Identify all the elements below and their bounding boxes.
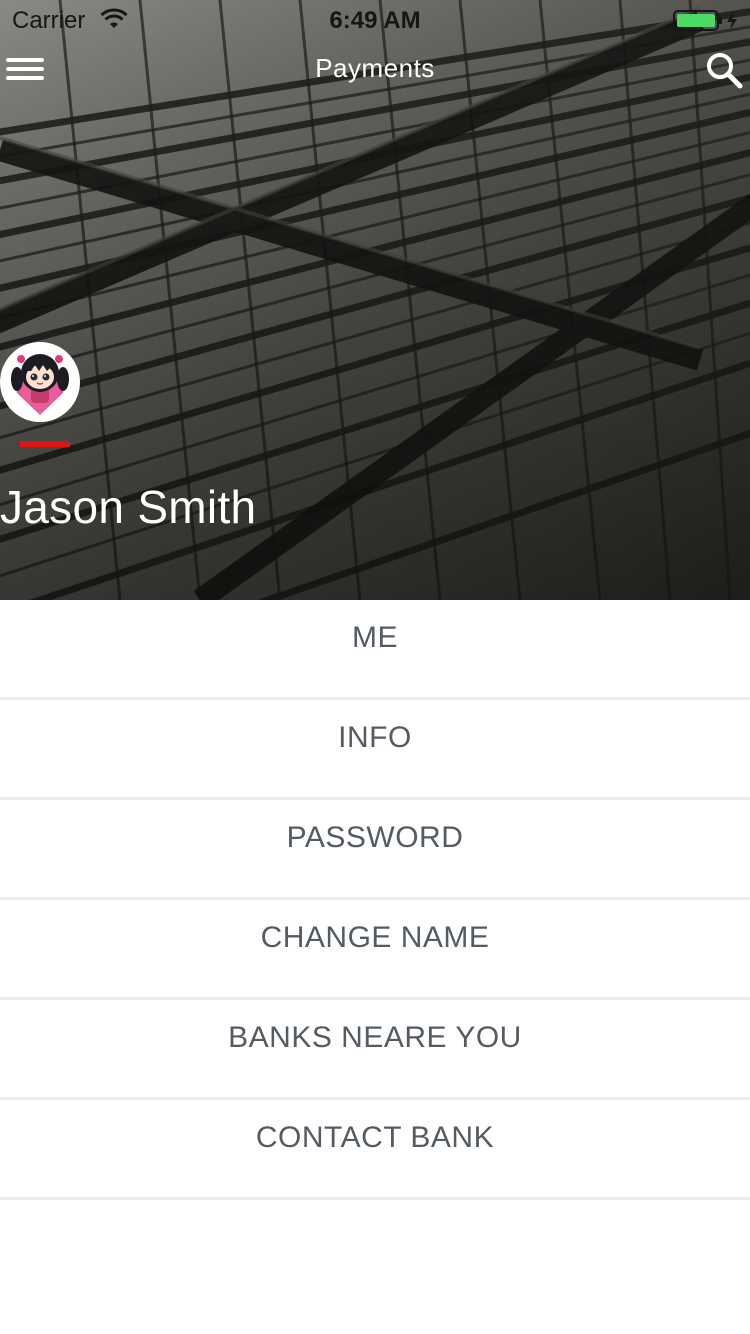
hero-banner: Carrier 6:49 AM Payments Jason Smith: [0, 0, 750, 600]
battery-icon: [673, 10, 737, 31]
avatar[interactable]: [0, 342, 80, 422]
menu-item-me[interactable]: ME: [0, 600, 750, 700]
profile-accent-bar: [20, 441, 70, 447]
status-time: 6:49 AM: [329, 7, 421, 34]
menu-item-info[interactable]: INFO: [0, 700, 750, 800]
profile-name: Jason Smith: [0, 481, 257, 533]
search-icon[interactable]: [704, 50, 744, 90]
navigation-bar: Payments: [0, 40, 750, 100]
menu-item-contact-bank[interactable]: CONTACT BANK: [0, 1100, 750, 1200]
menu-item-password[interactable]: PASSWORD: [0, 800, 750, 900]
menu-list: ME INFO PASSWORD CHANGE NAME BANKS NEARE…: [0, 600, 750, 1200]
status-bar: Carrier 6:49 AM: [0, 0, 750, 40]
avatar-image: [3, 345, 77, 419]
menu-item-change-name[interactable]: CHANGE NAME: [0, 900, 750, 1000]
page-title: Payments: [315, 53, 435, 83]
menu-item-banks-near-you[interactable]: BANKS NEARE YOU: [0, 1000, 750, 1100]
